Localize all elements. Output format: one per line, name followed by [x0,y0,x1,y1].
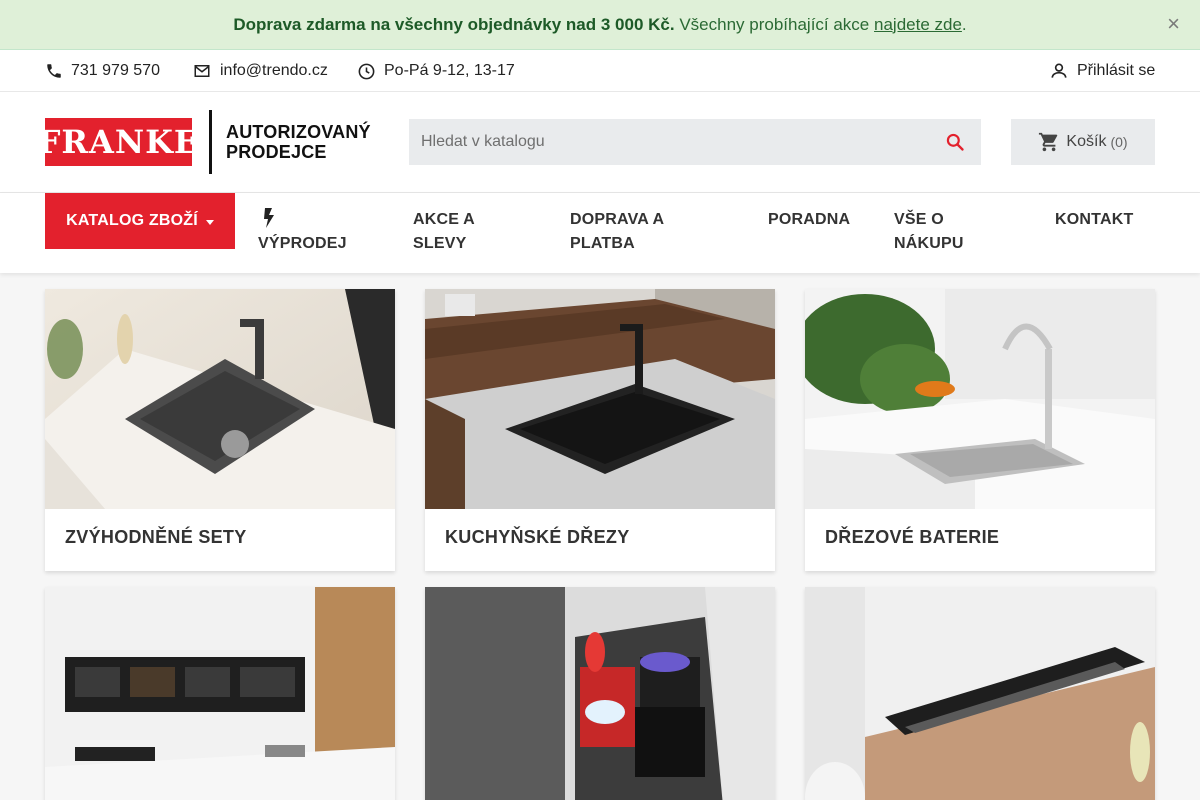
nav-item-vse-o-nakupu[interactable]: VŠE O NÁKUPU [894,208,964,256]
hours-text: Po-Pá 9-12, 13-17 [384,62,515,79]
promo-message: Doprava zdarma na všechny objednávky nad… [233,15,966,35]
nav-item-label: VÝPRODEJ [258,235,347,252]
promo-text: Všechny probíhající akce [679,14,870,34]
nav-item-label-line1: AKCE A [413,211,475,228]
category-image [805,587,1155,800]
category-image [45,289,395,509]
nav-item-doprava[interactable]: DOPRAVA A PLATBA [570,208,664,256]
close-icon[interactable]: × [1167,13,1180,35]
promo-link[interactable]: najdete zde [874,15,962,34]
category-card-baterie[interactable]: DŘEZOVÉ BATERIE [805,289,1155,571]
nav-item-label-line2: SLEVY [413,235,467,252]
clock-icon [358,63,375,79]
nav-item-akce[interactable]: AKCE A SLEVY [413,208,475,256]
login-link[interactable]: Přihlásit se [1049,50,1155,92]
cart-count: (0) [1110,134,1128,150]
logo-subtitle-line1: AUTORIZOVANÝ [226,122,371,142]
email-address: info@trendo.cz [220,62,328,79]
mail-icon [194,65,210,77]
logo-divider [209,110,212,174]
category-image [805,289,1155,509]
search-bar [409,119,981,165]
phone-number: 731 979 570 [71,62,160,79]
phone-icon [47,64,61,78]
category-title: KUCHYŇSKÉ DŘEZY [445,527,630,547]
caret-down-icon [205,219,214,225]
cart-label: Košík [1066,133,1107,150]
nav-item-kontakt[interactable]: KONTAKT [1055,208,1133,232]
logo-subtitle-line2: PRODEJCE [226,142,327,162]
nav-item-label-line1: DOPRAVA A [570,211,665,228]
login-label: Přihlásit se [1077,62,1156,79]
phone-link[interactable]: 731 979 570 [45,50,160,92]
opening-hours: Po-Pá 9-12, 13-17 [357,50,515,92]
category-card-6[interactable] [805,587,1155,800]
nav-item-label-line2: PLATBA [570,235,635,252]
site-header: FRANKE AUTORIZOVANÝ PRODEJCE Košík (0) [0,92,1200,193]
category-title: ZVÝHODNĚNÉ SETY [65,527,247,547]
user-icon [1051,63,1067,78]
category-card-sety[interactable]: ZVÝHODNĚNÉ SETY [45,289,395,571]
category-image [45,587,395,800]
logo-text: FRANKE [37,123,200,161]
nav-item-label-line1: PORADNA [768,211,851,228]
nav-item-label-line1: KONTAKT [1055,211,1134,228]
flash-icon [258,208,347,232]
promo-bold-text: Doprava zdarma na všechny objednávky nad… [233,14,675,34]
category-title: DŘEZOVÉ BATERIE [825,527,1000,547]
nav-item-label-line1: VŠE O [894,211,944,228]
category-image [425,587,775,800]
cart-icon [1039,132,1058,152]
main-nav: KATALOG ZBOŽÍ VÝPRODEJ AKCE A SLEVY DOPR… [0,193,1200,273]
logo-box: FRANKE [38,118,198,166]
email-link[interactable]: info@trendo.cz [192,50,328,92]
nav-item-vyprodej[interactable]: VÝPRODEJ [258,208,347,256]
nav-item-poradna[interactable]: PORADNA [768,208,850,232]
franke-logo[interactable]: FRANKE AUTORIZOVANÝ PRODEJCE [38,110,371,174]
promo-banner: Doprava zdarma na všechny objednávky nad… [0,0,1200,50]
cart-button[interactable]: Košík (0) [1011,119,1155,165]
category-image [425,289,775,509]
category-card-4[interactable] [45,587,395,800]
logo-subtitle: AUTORIZOVANÝ PRODEJCE [226,122,371,162]
search-input[interactable] [409,119,929,165]
contact-bar: 731 979 570 info@trendo.cz Po-Pá 9-12, 1… [0,50,1200,92]
nav-item-label-line2: NÁKUPU [894,235,964,252]
catalog-button[interactable]: KATALOG ZBOŽÍ [45,193,235,249]
search-icon[interactable] [945,132,965,157]
category-card-drezy[interactable]: KUCHYŇSKÉ DŘEZY [425,289,775,571]
promo-suffix: . [961,14,967,34]
category-card-5[interactable] [425,587,775,800]
catalog-label: KATALOG ZBOŽÍ [66,212,198,229]
